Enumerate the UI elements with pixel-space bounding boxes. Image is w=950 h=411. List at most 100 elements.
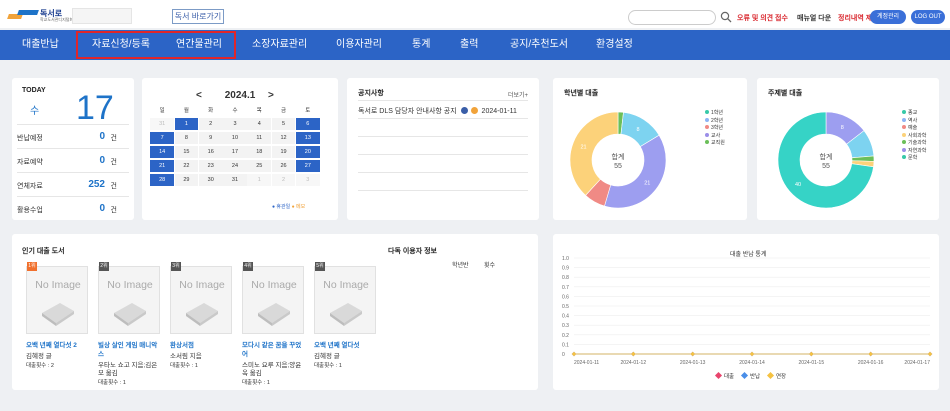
manual-download-link[interactable]: 매뉴얼 다운 — [797, 13, 831, 23]
nav-item-stats[interactable]: 통계 — [412, 30, 430, 60]
stat-row-overdue[interactable]: 연체자료 252 건 — [17, 172, 129, 196]
legend-item[interactable]: 교사 — [705, 132, 725, 141]
legend-item[interactable]: 사회과학 — [902, 132, 926, 141]
legend-marker-icon — [740, 371, 749, 380]
calendar-day[interactable]: 7 — [150, 132, 174, 144]
calendar-next-button[interactable]: > — [268, 90, 274, 101]
book-item[interactable]: 4위 No Image 모다시 같은 꿈을 꾸었어 스미노 요루 지음;양윤옥 옮김 대… — [242, 262, 304, 386]
book-cover[interactable]: 1위 No Image — [26, 262, 88, 334]
y-tick-label: 0.4 — [562, 314, 569, 320]
calendar-day[interactable]: 4 — [247, 118, 272, 130]
calendar-day[interactable]: 25 — [247, 160, 272, 172]
calendar-day[interactable]: 22 — [174, 160, 199, 172]
calendar-day[interactable]: 16 — [198, 146, 223, 158]
calendar-day[interactable]: 24 — [223, 160, 247, 172]
calendar-day[interactable]: 3 — [223, 118, 247, 130]
calendar-day[interactable]: 21 — [150, 160, 174, 172]
book-title[interactable]: 모다시 같은 꿈을 꾸었어 — [242, 341, 304, 359]
nav-item-serials[interactable]: 연간물관리 — [176, 30, 222, 60]
logo[interactable]: 독서로 학교도서관디지털화 — [7, 8, 73, 24]
legend-label[interactable]: 연장 — [776, 372, 786, 380]
book-item[interactable]: 5위 No Image 오백 년째 열다섯 김혜정 글 대출횟수 : 1 — [314, 262, 376, 369]
shortcut-button[interactable]: 독서 바로가기 — [172, 9, 224, 24]
error-report-link[interactable]: 오류 및 의견 접수 — [737, 13, 788, 23]
book-title[interactable]: 빌상 살인 게임 매니악스 — [98, 341, 160, 359]
legend-item[interactable]: 문학 — [902, 155, 926, 163]
legend-item[interactable]: 예술 — [902, 125, 926, 133]
account-button[interactable]: 계정관리 — [870, 10, 906, 24]
legend-item[interactable]: 자연과학 — [902, 147, 926, 156]
book-cover[interactable]: 2위 No Image — [98, 262, 160, 334]
stat-row-reservation[interactable]: 자료예약 0 건 — [17, 148, 129, 172]
calendar-day[interactable]: 10 — [223, 132, 247, 144]
calendar-day[interactable]: 27 — [295, 160, 320, 172]
data-point[interactable] — [571, 351, 577, 357]
legend-item[interactable]: 3학년 — [705, 125, 725, 133]
stat-row-class-usage[interactable]: 활용수업 0 건 — [17, 196, 129, 220]
legend-item[interactable]: 종교 — [902, 110, 926, 118]
nav-item-collection[interactable]: 소장자료관리 — [252, 30, 307, 60]
calendar-day[interactable]: 2 — [271, 174, 296, 186]
data-point[interactable] — [809, 351, 814, 357]
calendar-day[interactable]: 2 — [198, 118, 223, 130]
calendar-day[interactable]: 15 — [174, 146, 199, 158]
book-cover[interactable]: 4위 No Image — [242, 262, 304, 334]
legend-item[interactable]: 기술과학 — [902, 140, 926, 148]
notice-more-link[interactable]: 더보기+ — [508, 90, 528, 99]
data-point[interactable] — [690, 351, 695, 357]
legend-label[interactable]: 대출 — [724, 372, 734, 380]
calendar-day[interactable]: 12 — [271, 132, 296, 144]
calendar-day[interactable]: 13 — [295, 132, 320, 144]
donut-slice[interactable] — [604, 134, 667, 209]
calendar-day[interactable]: 19 — [271, 146, 296, 158]
book-cover[interactable]: 5위 No Image — [314, 262, 376, 334]
legend-item[interactable]: 1학년 — [705, 110, 725, 118]
calendar-day[interactable]: 26 — [271, 160, 296, 172]
book-title[interactable]: 오백 년째 열다섯 — [314, 341, 376, 350]
calendar-day[interactable]: 1 — [247, 174, 272, 186]
calendar-day[interactable]: 31 — [150, 118, 174, 130]
calendar-day[interactable]: 20 — [295, 146, 320, 158]
book-title[interactable]: 오백 년째 열다섯 2 — [26, 341, 88, 350]
book-item[interactable]: 3위 No Image 환상서점 소서림 지음 대출횟수 : 1 — [170, 262, 232, 369]
calendar-day[interactable]: 23 — [198, 160, 223, 172]
stat-row-return-due[interactable]: 반납예정 0 건 — [17, 124, 129, 148]
data-point[interactable] — [868, 351, 873, 357]
data-point[interactable] — [927, 351, 933, 357]
calendar-day[interactable]: 1 — [174, 118, 199, 130]
data-point[interactable] — [749, 351, 755, 357]
nav-item-settings[interactable]: 환경설정 — [596, 30, 633, 60]
nav-item-loan-return[interactable]: 대출반납 — [22, 30, 59, 60]
calendar-day[interactable]: 6 — [295, 118, 320, 130]
calendar-day[interactable]: 17 — [223, 146, 247, 158]
calendar-day[interactable]: 30 — [198, 174, 223, 186]
search-icon[interactable] — [720, 11, 732, 23]
calendar-day[interactable]: 9 — [198, 132, 223, 144]
calendar-day[interactable]: 31 — [223, 174, 247, 186]
notice-item[interactable]: 독서로 DLS 담당자 안내사항 공지 2024-01-11 — [358, 106, 517, 116]
nav-item-notice-recommend[interactable]: 공지/추천도서 — [510, 30, 568, 60]
nav-item-material-request[interactable]: 자료신청/등록 — [92, 30, 150, 60]
calendar-day[interactable]: 5 — [271, 118, 296, 130]
calendar-day[interactable]: 14 — [150, 146, 174, 158]
calendar-day[interactable]: 29 — [174, 174, 199, 186]
calendar-day[interactable]: 11 — [247, 132, 272, 144]
calendar-day[interactable]: 3 — [295, 174, 320, 186]
legend-label[interactable]: 반납 — [750, 372, 760, 380]
book-cover[interactable]: 3위 No Image — [170, 262, 232, 334]
nav-item-users[interactable]: 이용자관리 — [336, 30, 382, 60]
calendar-day[interactable]: 18 — [247, 146, 272, 158]
book-item[interactable]: 1위 No Image 오백 년째 열다섯 2 김혜정 글 대출횟수 : 2 — [26, 262, 88, 369]
search-input[interactable] — [628, 10, 716, 25]
logout-button[interactable]: LOG OUT — [911, 10, 945, 24]
book-item[interactable]: 2위 No Image 빌상 살인 게임 매니악스 우타노 쇼고 지음;김은모 옮김 대… — [98, 262, 160, 386]
legend-item[interactable]: 2학년 — [705, 117, 725, 126]
calendar-day[interactable]: 8 — [174, 132, 199, 144]
legend-item[interactable]: 역사 — [902, 117, 926, 126]
data-point[interactable] — [631, 351, 636, 357]
legend-item[interactable]: 교직원 — [705, 140, 725, 148]
nav-item-print[interactable]: 출력 — [460, 30, 478, 60]
legend-label: 예술 — [908, 125, 918, 131]
calendar-day[interactable]: 28 — [150, 174, 174, 186]
book-title[interactable]: 환상서점 — [170, 341, 232, 350]
